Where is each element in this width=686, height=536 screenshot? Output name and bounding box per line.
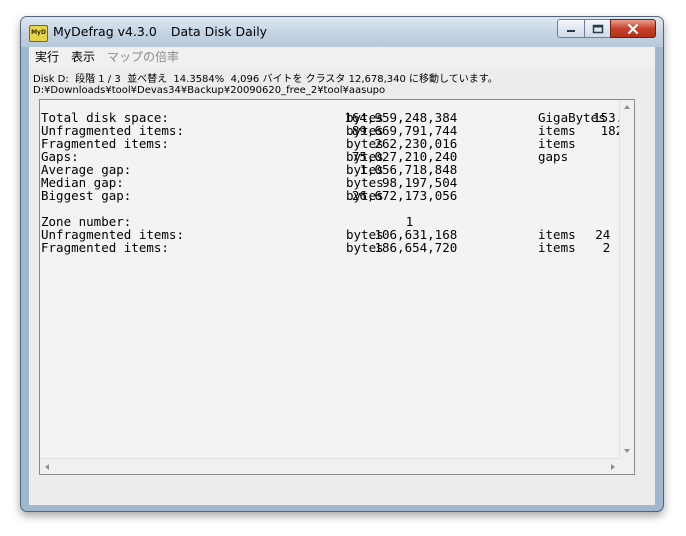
maximize-button[interactable] <box>584 19 611 38</box>
stat-row: Biggest gap: 26,672,173,056 bytes <box>41 189 457 202</box>
scroll-up-arrow-icon[interactable] <box>624 105 630 109</box>
zone-row: Fragmented items: 186,654,720 bytes 2 it… <box>41 241 610 254</box>
vertical-scrollbar[interactable] <box>619 100 634 458</box>
stat-label: Biggest gap: <box>41 188 132 203</box>
close-button[interactable] <box>610 19 656 38</box>
scroll-left-arrow-icon[interactable] <box>45 464 49 470</box>
current-file-path: D:¥Downloads¥tool¥Devas34¥Backup¥2009062… <box>33 85 386 96</box>
statistics-text: Total disk space: 164,959,248,384 bytes … <box>40 100 620 458</box>
menu-run[interactable]: 実行 <box>29 47 65 67</box>
zone-unit: bytes <box>346 240 384 255</box>
menu-view[interactable]: 表示 <box>65 47 101 67</box>
script-name: Data Disk Daily <box>170 24 268 39</box>
stat-value: 26,672,173,056 <box>351 188 458 203</box>
zone-label: Fragmented items: <box>41 240 169 255</box>
menu-bar: 実行 表示 マップの倍率 <box>29 47 655 67</box>
bottom-area <box>29 483 655 505</box>
zone-value: 186,654,720 <box>374 240 458 255</box>
app-window: MyD MyDefrag v4.3.0 Data Disk Daily 実行 表示… <box>20 16 664 512</box>
app-icon[interactable]: MyD <box>29 25 48 42</box>
statistics-panel: Total disk space: 164,959,248,384 bytes … <box>39 99 635 475</box>
minimize-icon <box>567 29 575 32</box>
progress-status: Disk D: 段階 1 / 3 並べ替え 14.3584% 4,096 バイト… <box>33 74 498 85</box>
stat-alt-unit: gaps <box>538 149 569 164</box>
zone-alt-unit: items <box>538 240 576 255</box>
scroll-right-arrow-icon[interactable] <box>611 464 615 470</box>
menu-map-zoom: マップの倍率 <box>107 50 180 64</box>
zone-alt-value: 2 <box>602 240 611 255</box>
stat-unit: bytes <box>346 188 384 203</box>
horizontal-scrollbar[interactable] <box>40 458 620 474</box>
status-panel: Disk D: 段階 1 / 3 並べ替え 14.3584% 4,096 バイト… <box>29 68 655 100</box>
scroll-corner <box>619 458 634 474</box>
close-icon <box>627 23 639 34</box>
window-title: MyDefrag v4.3.0 Data Disk Daily <box>53 24 267 39</box>
zone-alt-value: 24 <box>595 227 611 242</box>
client-area: 実行 表示 マップの倍率 Disk D: 段階 1 / 3 並べ替え 14.35… <box>29 47 655 505</box>
maximize-icon <box>592 24 603 33</box>
app-title: MyDefrag v4.3.0 <box>53 24 157 39</box>
title-bar[interactable]: MyD MyDefrag v4.3.0 Data Disk Daily <box>21 17 663 47</box>
minimize-button[interactable] <box>557 19 585 38</box>
scroll-down-arrow-icon[interactable] <box>624 449 630 453</box>
